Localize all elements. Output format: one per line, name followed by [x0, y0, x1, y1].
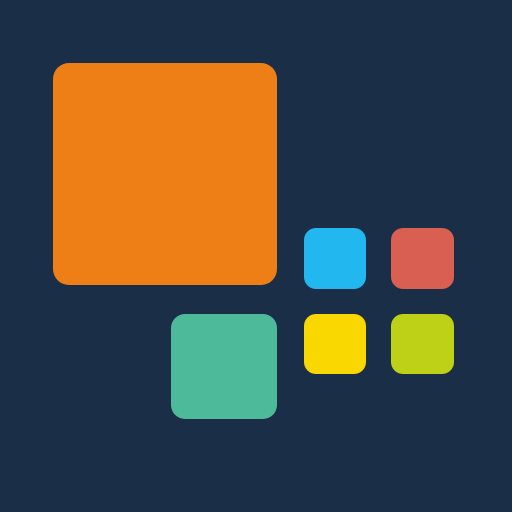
app-logo-canvas — [0, 0, 512, 512]
large-orange-tile — [53, 63, 277, 285]
yellow-tile — [304, 314, 366, 374]
lime-tile — [391, 314, 454, 374]
teal-tile — [171, 314, 277, 419]
red-tile — [391, 228, 454, 289]
blue-tile — [304, 228, 366, 289]
